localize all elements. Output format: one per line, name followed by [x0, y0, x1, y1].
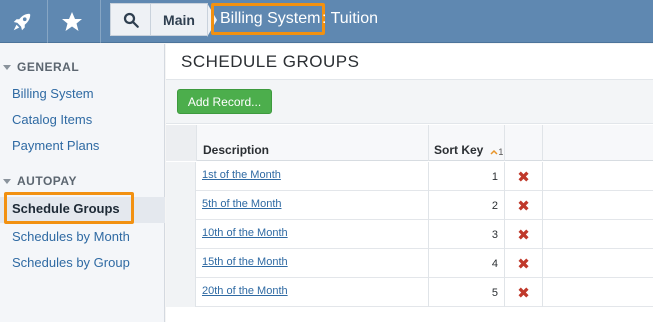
header-blank — [166, 125, 196, 161]
delete-icon[interactable]: ✖ — [504, 191, 542, 220]
sidebar-section-autopay[interactable]: AUTOPAY — [0, 171, 77, 191]
filler-cell — [542, 249, 653, 278]
add-record-button[interactable]: Add Record... — [177, 89, 272, 114]
main-content: SCHEDULE GROUPS Add Record... Descriptio… — [166, 44, 653, 322]
sidebar-item-schedule-groups[interactable]: Schedule Groups — [4, 192, 134, 224]
delete-icon[interactable]: ✖ — [504, 249, 542, 278]
sort-key-cell: 1 — [428, 162, 504, 191]
star-icon[interactable] — [50, 0, 93, 43]
row-selector[interactable] — [166, 220, 196, 249]
sort-key-cell: 5 — [428, 278, 504, 307]
row-selector[interactable] — [166, 249, 196, 278]
page-context-title-rest: : Tuition — [322, 10, 379, 27]
description-link[interactable]: 1st of the Month — [202, 169, 281, 181]
sort-key-cell: 4 — [428, 249, 504, 278]
sidebar-item-payment-plans[interactable]: Payment Plans — [12, 138, 99, 153]
filler-cell — [542, 162, 653, 191]
sidebar: GENERAL Billing System Catalog Items Pay… — [0, 44, 165, 322]
sidebar-item-schedules-by-month[interactable]: Schedules by Month — [12, 229, 130, 244]
search-icon — [123, 12, 139, 28]
delete-icon[interactable]: ✖ — [504, 220, 542, 249]
column-description[interactable]: Description — [196, 125, 428, 161]
table-header: Description Sort Key 1 — [166, 125, 653, 161]
sidebar-item-catalog-items[interactable]: Catalog Items — [12, 112, 92, 127]
column-filler — [542, 125, 653, 161]
table-row: 5th of the Month 2 ✖ — [166, 191, 653, 220]
description-link[interactable]: 20th of the Month — [202, 285, 288, 297]
sidebar-section-label: GENERAL — [17, 60, 80, 74]
table-row: 10th of the Month 3 ✖ — [166, 220, 653, 249]
chevron-down-icon — [3, 178, 11, 184]
delete-icon[interactable]: ✖ — [504, 278, 542, 307]
row-selector[interactable] — [166, 162, 196, 191]
description-link[interactable]: 10th of the Month — [202, 227, 288, 239]
column-delete — [504, 125, 542, 161]
search-button[interactable] — [110, 3, 150, 36]
row-selector[interactable] — [166, 278, 196, 307]
top-bar: Main Billing System : Tuition — [0, 0, 653, 43]
description-link[interactable]: 15th of the Month — [202, 256, 288, 268]
breadcrumb: Main — [110, 3, 217, 37]
table-row: 1st of the Month 1 ✖ — [166, 162, 653, 191]
sort-key-cell: 2 — [428, 191, 504, 220]
filler-cell — [542, 220, 653, 249]
filler-cell — [542, 278, 653, 307]
table-row: 20th of the Month 5 ✖ — [166, 278, 653, 307]
delete-icon[interactable]: ✖ — [504, 162, 542, 191]
chevron-down-icon — [3, 64, 11, 70]
sidebar-section-label: AUTOPAY — [17, 174, 77, 188]
column-label: Sort Key — [434, 143, 484, 157]
sort-key-cell: 3 — [428, 220, 504, 249]
page-title: SCHEDULE GROUPS — [181, 52, 360, 71]
sidebar-item-schedules-by-group[interactable]: Schedules by Group — [12, 255, 130, 270]
page-context-title: Billing System — [211, 3, 325, 35]
table-row: 15th of the Month 4 ✖ — [166, 249, 653, 278]
sort-asc-icon: 1 — [490, 147, 503, 157]
breadcrumb-main[interactable]: Main — [150, 3, 208, 36]
sidebar-section-general[interactable]: GENERAL — [0, 57, 79, 77]
filler-cell — [542, 191, 653, 220]
separator — [100, 0, 101, 43]
separator — [47, 0, 48, 43]
toolbar: Add Record... — [166, 79, 653, 124]
description-link[interactable]: 5th of the Month — [202, 198, 282, 210]
sort-order: 1 — [498, 147, 504, 157]
row-selector[interactable] — [166, 191, 196, 220]
column-sort-key[interactable]: Sort Key 1 — [428, 125, 504, 161]
column-label: Description — [203, 143, 270, 157]
rocket-icon[interactable] — [0, 0, 43, 43]
sidebar-item-billing-system[interactable]: Billing System — [12, 86, 94, 101]
